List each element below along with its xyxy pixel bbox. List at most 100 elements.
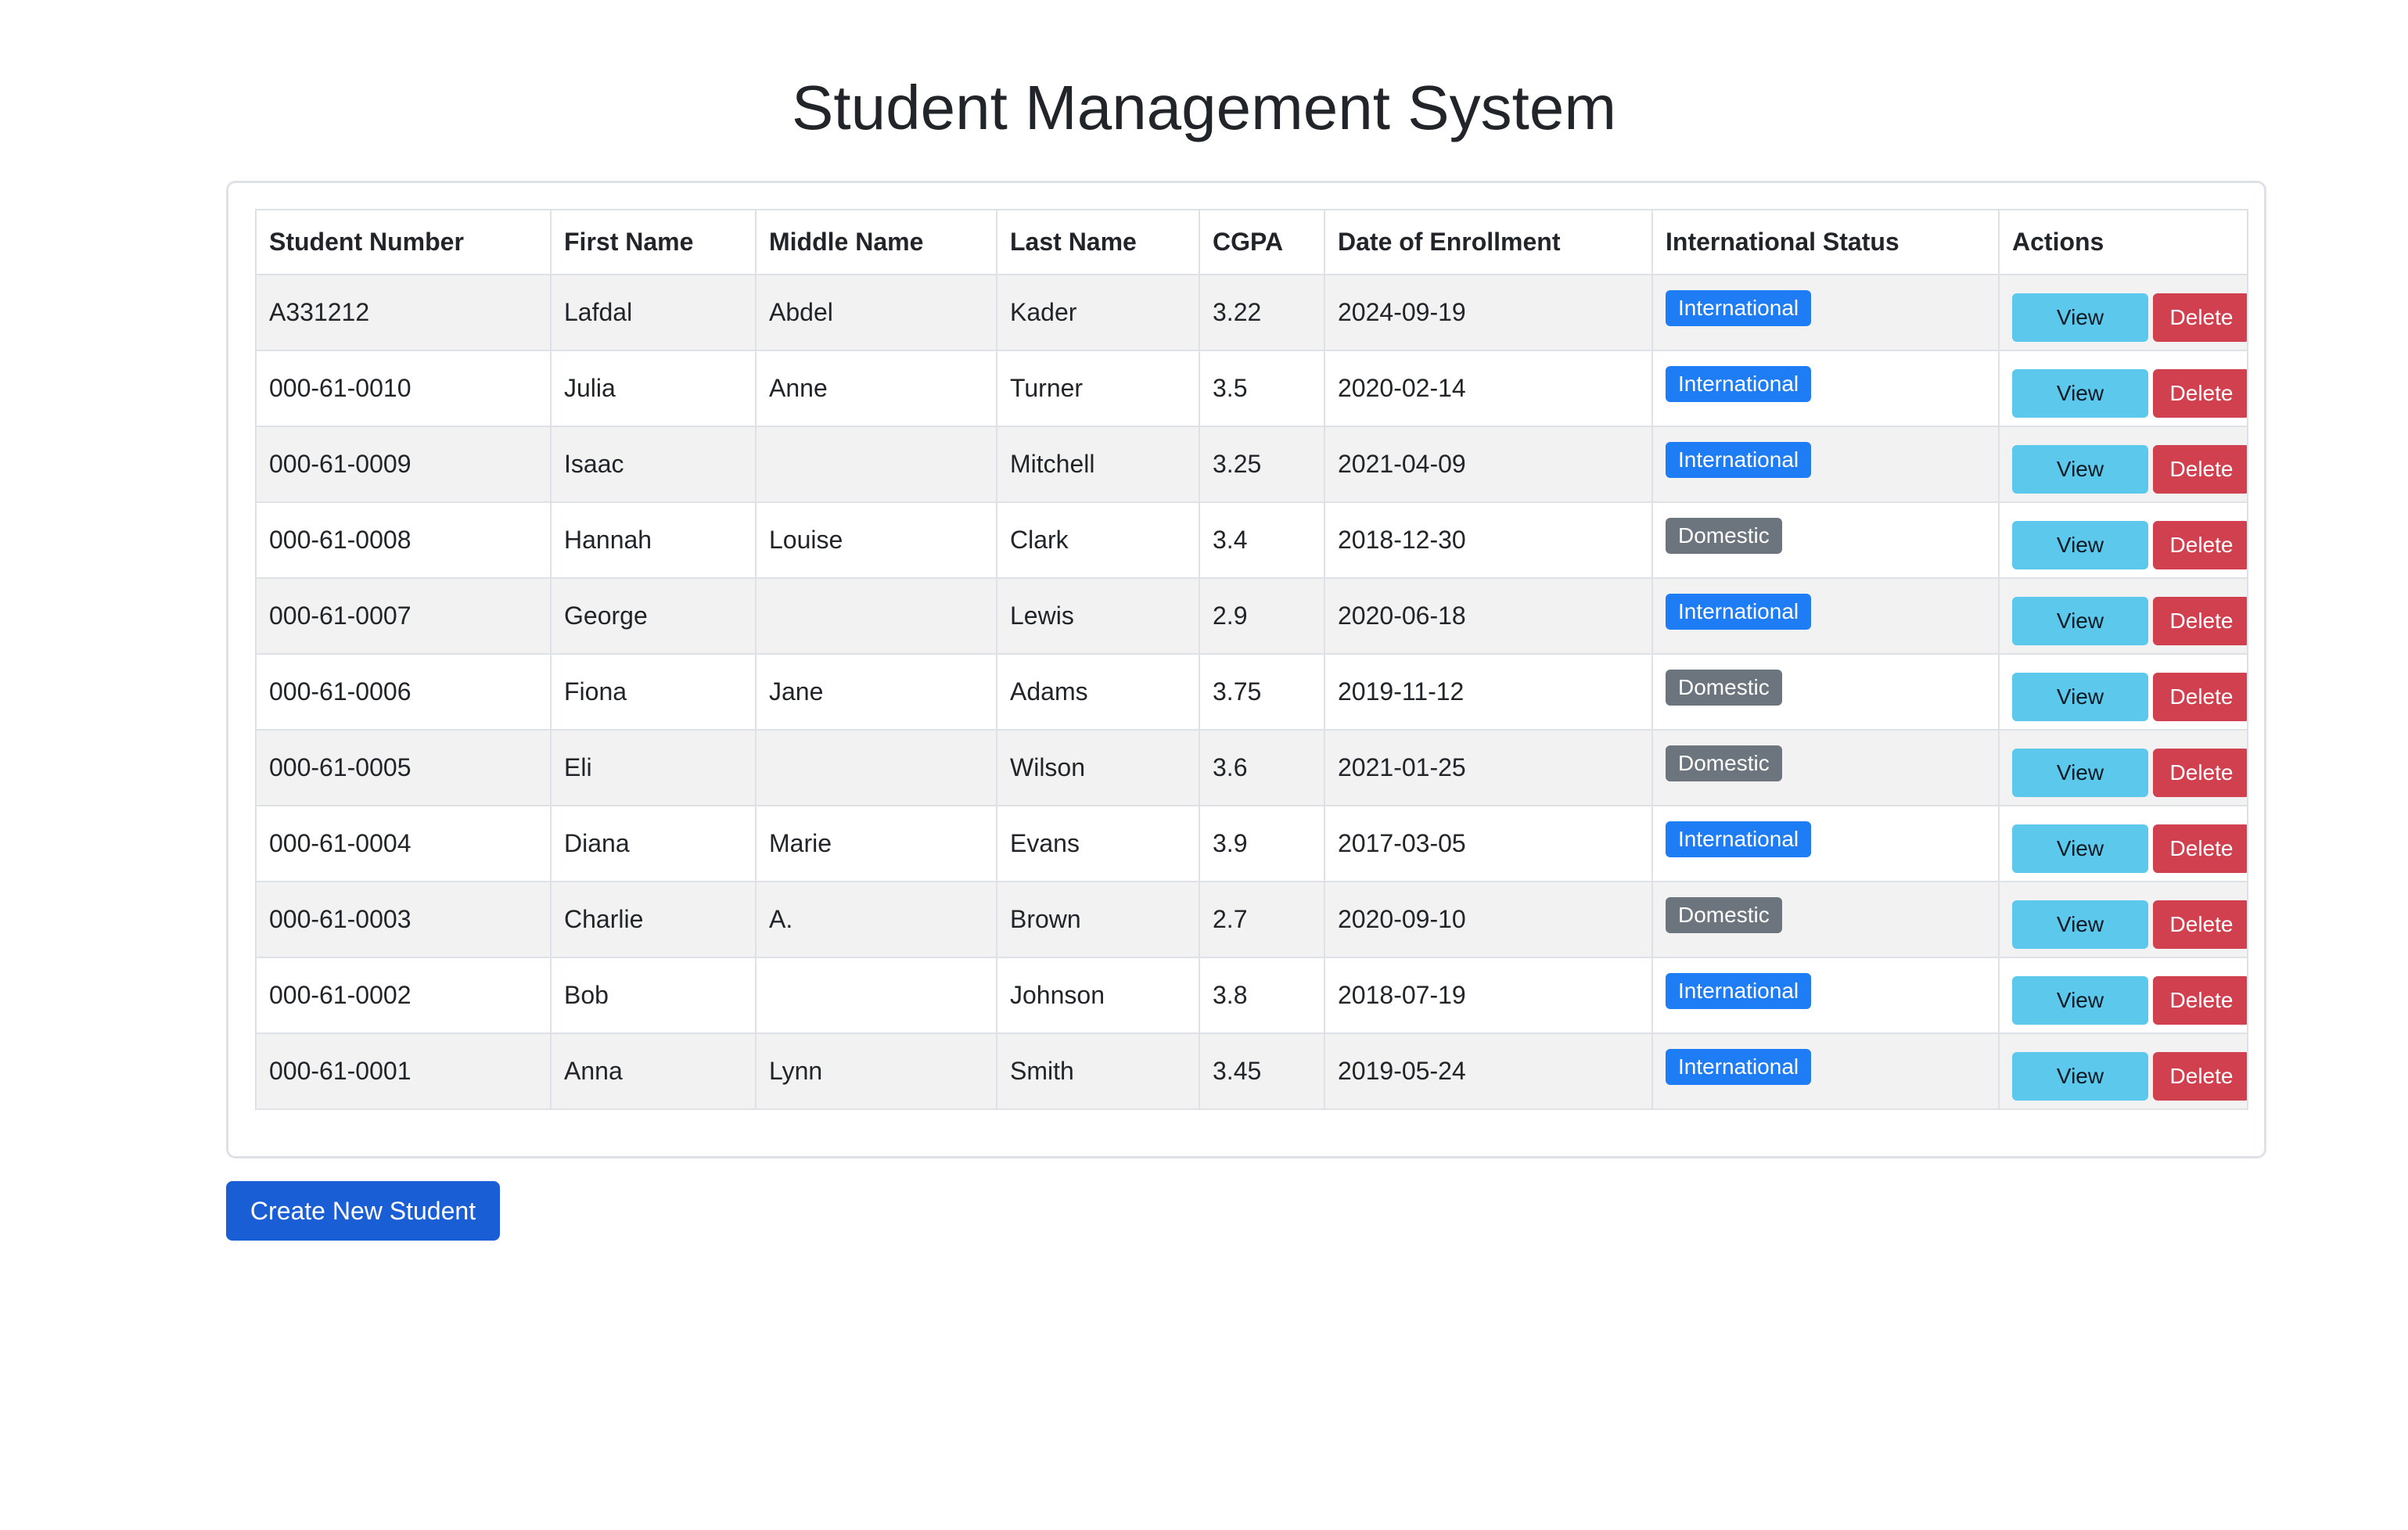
delete-button[interactable]: Delete [2153, 672, 2246, 721]
table-row: 000-61-0009 Isaac Mitchell 3.25 2021-04-09 In… [255, 426, 2248, 503]
page: Student Management System Student Number… [0, 0, 2408, 1530]
header-international-status: International Status [1651, 209, 2000, 275]
view-button[interactable]: View [2012, 596, 2148, 645]
table-row: A331212 Lafdal Abdel Kader 3.22 2024-09-19 Int… [255, 274, 2248, 351]
page-title: Student Management System [792, 73, 1616, 142]
view-button[interactable]: View [2012, 748, 2148, 797]
table-row: 000-61-0001 Anna Lynn Smith 3.45 2019-05-24 In… [255, 1033, 2248, 1110]
cell-last-name: Brown [996, 881, 1200, 958]
cell-last-name: Mitchell [996, 426, 1200, 503]
cell-first-name: Eli [550, 729, 757, 806]
table-body: A331212 Lafdal Abdel Kader 3.22 2024-09-19 Int… [255, 274, 2248, 1110]
cell-last-name: Wilson [996, 729, 1200, 806]
view-button[interactable]: View [2012, 520, 2148, 569]
view-button[interactable]: View [2012, 672, 2148, 721]
header-actions: Actions [1998, 209, 2248, 275]
status-badge: International [1666, 821, 1812, 857]
students-table: Student Number First Name Middle Name La… [255, 209, 2248, 1110]
view-button[interactable]: View [2012, 1051, 2148, 1101]
cell-international-status: Domestic [1651, 501, 2000, 579]
cell-international-status: International [1651, 426, 2000, 503]
cell-middle-name: Lynn [755, 1033, 997, 1110]
cell-date-of-enrollment: 2019-05-24 [1324, 1033, 1653, 1110]
cell-cgpa: 2.9 [1199, 577, 1325, 655]
header-student-number: Student Number [255, 209, 552, 275]
cell-cgpa: 3.4 [1199, 501, 1325, 579]
view-button[interactable]: View [2012, 444, 2148, 494]
header-middle-name: Middle Name [755, 209, 997, 275]
cell-cgpa: 3.9 [1199, 805, 1325, 882]
cell-student-number: 000-61-0002 [255, 957, 552, 1034]
delete-button[interactable]: Delete [2153, 975, 2246, 1025]
delete-button[interactable]: Delete [2153, 444, 2246, 494]
cell-international-status: International [1651, 1033, 2000, 1110]
cell-last-name: Evans [996, 805, 1200, 882]
status-badge: International [1666, 365, 1812, 402]
students-card: Student Number First Name Middle Name La… [226, 181, 2266, 1158]
cell-cgpa: 3.25 [1199, 426, 1325, 503]
cell-student-number: 000-61-0006 [255, 653, 552, 731]
delete-button[interactable]: Delete [2153, 748, 2246, 797]
delete-button[interactable]: Delete [2153, 900, 2246, 949]
view-button[interactable]: View [2012, 368, 2148, 418]
cell-date-of-enrollment: 2021-04-09 [1324, 426, 1653, 503]
cell-middle-name: Abdel [755, 274, 997, 351]
cell-international-status: International [1651, 274, 2000, 351]
delete-button[interactable]: Delete [2153, 293, 2246, 342]
cell-cgpa: 3.6 [1199, 729, 1325, 806]
view-button[interactable]: View [2012, 293, 2148, 342]
cell-last-name: Turner [996, 350, 1200, 427]
view-button[interactable]: View [2012, 975, 2148, 1025]
cell-last-name: Kader [996, 274, 1200, 351]
cell-first-name: Hannah [550, 501, 757, 579]
cell-international-status: International [1651, 805, 2000, 882]
cell-cgpa: 3.45 [1199, 1033, 1325, 1110]
table-row: 000-61-0008 Hannah Louise Clark 3.4 2018-12-3… [255, 501, 2248, 579]
cell-date-of-enrollment: 2018-07-19 [1324, 957, 1653, 1034]
cell-first-name: Fiona [550, 653, 757, 731]
cell-cgpa: 2.7 [1199, 881, 1325, 958]
cell-student-number: 000-61-0001 [255, 1033, 552, 1110]
cell-student-number: 000-61-0007 [255, 577, 552, 655]
cell-middle-name [755, 426, 997, 503]
cell-date-of-enrollment: 2019-11-12 [1324, 653, 1653, 731]
table-row: 000-61-0003 Charlie A. Brown 2.7 2020-09-10 Do… [255, 881, 2248, 958]
table-row: 000-61-0004 Diana Marie Evans 3.9 2017-03-05 I… [255, 805, 2248, 882]
cell-middle-name: Louise [755, 501, 997, 579]
cell-date-of-enrollment: 2021-01-25 [1324, 729, 1653, 806]
cell-last-name: Lewis [996, 577, 1200, 655]
cell-student-number: 000-61-0008 [255, 501, 552, 579]
cell-middle-name: Jane [755, 653, 997, 731]
status-badge: International [1666, 972, 1812, 1009]
cell-international-status: International [1651, 957, 2000, 1034]
status-badge: Domestic [1666, 517, 1782, 554]
create-new-student-button[interactable]: Create New Student [226, 1181, 500, 1241]
cell-date-of-enrollment: 2024-09-19 [1324, 274, 1653, 351]
table-row: 000-61-0007 George Lewis 2.9 2020-06-18 Inter… [255, 577, 2248, 655]
cell-actions: View Delete [1998, 1033, 2248, 1110]
delete-button[interactable]: Delete [2153, 368, 2246, 418]
delete-button[interactable]: Delete [2153, 824, 2246, 873]
delete-button[interactable]: Delete [2153, 520, 2246, 569]
cell-actions: View Delete [1998, 729, 2248, 806]
cell-student-number: 000-61-0009 [255, 426, 552, 503]
table-row: 000-61-0006 Fiona Jane Adams 3.75 2019-11-12 D… [255, 653, 2248, 731]
cell-middle-name: A. [755, 881, 997, 958]
view-button[interactable]: View [2012, 824, 2148, 873]
delete-button[interactable]: Delete [2153, 1051, 2246, 1101]
status-badge: International [1666, 441, 1812, 478]
header-first-name: First Name [550, 209, 757, 275]
cell-actions: View Delete [1998, 653, 2248, 731]
view-button[interactable]: View [2012, 900, 2148, 949]
header-date-of-enrollment: Date of Enrollment [1324, 209, 1653, 275]
cell-date-of-enrollment: 2020-06-18 [1324, 577, 1653, 655]
cell-last-name: Clark [996, 501, 1200, 579]
status-badge: Domestic [1666, 896, 1782, 933]
delete-button[interactable]: Delete [2153, 596, 2246, 645]
status-badge: International [1666, 1048, 1812, 1085]
cell-first-name: Diana [550, 805, 757, 882]
cell-middle-name [755, 957, 997, 1034]
cell-cgpa: 3.8 [1199, 957, 1325, 1034]
cell-cgpa: 3.5 [1199, 350, 1325, 427]
header-cgpa: CGPA [1199, 209, 1325, 275]
